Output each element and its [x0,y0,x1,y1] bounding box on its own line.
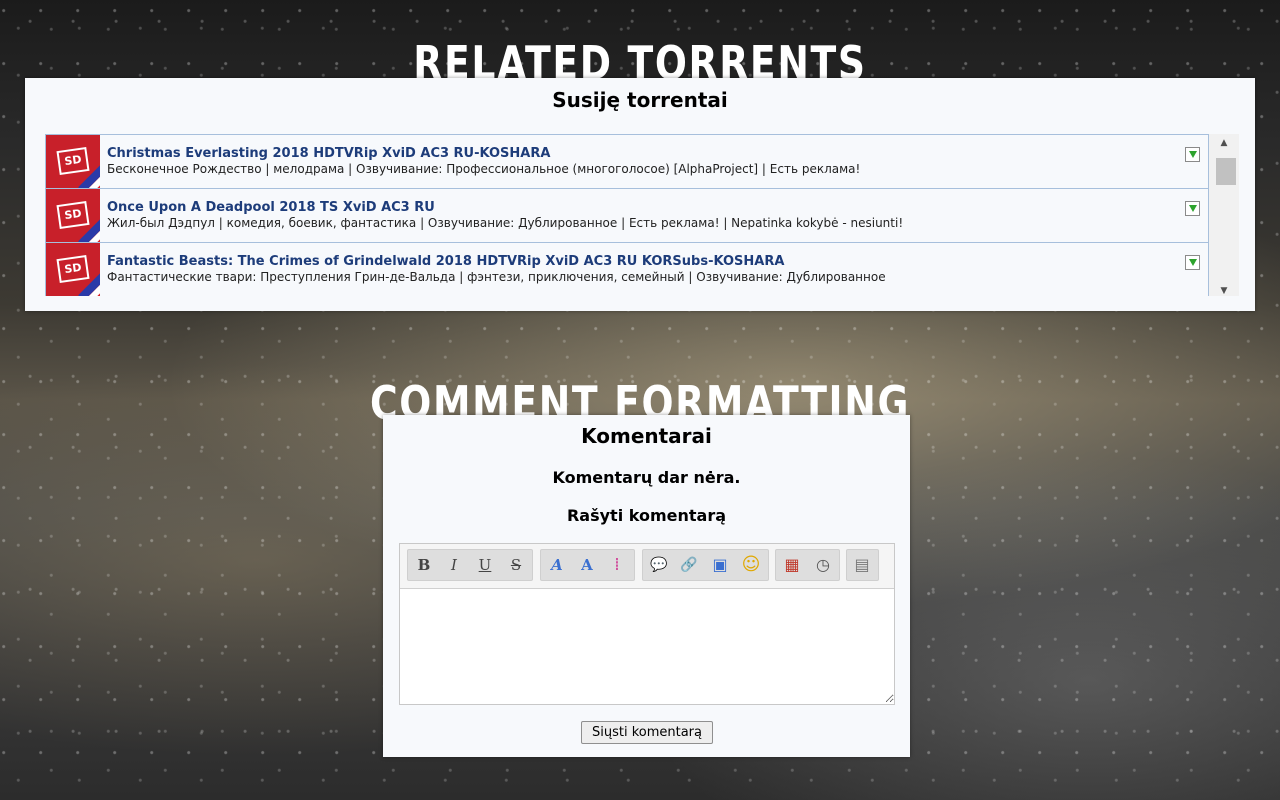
torrent-thumbnail[interactable]: SD [46,135,100,188]
comment-editor: B I U S A A ⁞ 💬 🔗 ▣ ☺ ▦ ◷ ▤ [399,543,895,705]
toolbar-group-source: ▤ [846,549,879,581]
color-palette-icon[interactable]: ⁞ [604,553,630,577]
underline-button[interactable]: U [472,553,498,577]
toolbar-group-font: A A ⁞ [540,549,635,581]
related-torrents-panel: Susiję torrentai SD Christmas Everlastin… [25,78,1255,311]
link-icon[interactable]: 🔗 [676,553,702,577]
related-torrents-list: SD Christmas Everlasting 2018 HDTVRip Xv… [45,134,1209,296]
comment-textarea[interactable] [400,589,894,703]
strikethrough-button[interactable]: S [503,553,529,577]
font-size-button[interactable]: A [574,553,600,577]
related-torrents-title: Susiję torrentai [552,88,728,112]
torrent-title-link[interactable]: Once Upon A Deadpool 2018 TS XviD AC3 RU [107,200,435,215]
torrent-title-link[interactable]: Fantastic Beasts: The Crimes of Grindelw… [107,254,784,269]
no-comments-text: Komentarų dar nėra. [552,468,741,487]
scroll-up-arrow-icon[interactable]: ▲ [1209,134,1239,152]
scroll-down-arrow-icon[interactable]: ▼ [1209,282,1239,296]
write-comment-label: Rašyti komentarą [566,506,727,525]
smiley-icon[interactable]: ☺ [738,553,764,577]
toolbar-group-datetime: ▦ ◷ [775,549,840,581]
submit-comment-button[interactable]: Siųsti komentarą [581,721,713,744]
toolbar-group-text-style: B I U S [407,549,533,581]
font-family-button[interactable]: A [544,553,570,577]
torrent-row[interactable]: SD Christmas Everlasting 2018 HDTVRip Xv… [45,134,1209,188]
download-icon[interactable] [1185,147,1200,162]
clock-icon[interactable]: ◷ [810,553,836,577]
comments-title: Komentarai [581,424,712,448]
scrollbar-thumb[interactable] [1216,158,1236,185]
toolbar-group-insert: 💬 🔗 ▣ ☺ [642,549,769,581]
editor-toolbar: B I U S A A ⁞ 💬 🔗 ▣ ☺ ▦ ◷ ▤ [400,544,894,589]
source-document-icon[interactable]: ▤ [849,553,875,577]
download-icon[interactable] [1185,255,1200,270]
list-scrollbar[interactable]: ▲ ▼ [1209,134,1239,296]
related-torrents-list-viewport[interactable]: SD Christmas Everlasting 2018 HDTVRip Xv… [45,134,1239,296]
torrent-row[interactable]: SD Once Upon A Deadpool 2018 TS XviD AC3… [45,188,1209,242]
bold-button[interactable]: B [411,553,437,577]
quote-icon[interactable]: 💬 [646,553,672,577]
torrent-title-link[interactable]: Christmas Everlasting 2018 HDTVRip XviD … [107,146,550,161]
download-icon[interactable] [1185,201,1200,216]
calendar-icon[interactable]: ▦ [779,553,805,577]
comments-panel: Komentarai Komentarų dar nėra. Rašyti ko… [383,415,910,757]
sd-quality-badge: SD [56,201,90,229]
torrent-row[interactable]: SD Fantastic Beasts: The Crimes of Grind… [45,242,1209,296]
torrent-thumbnail[interactable]: SD [46,189,100,242]
torrent-description: Бесконечное Рождество | мелодрама | Озву… [107,162,861,176]
torrent-description: Жил-был Дэдпул | комедия, боевик, фантас… [107,216,904,230]
torrent-thumbnail[interactable]: SD [46,243,100,296]
sd-quality-badge: SD [56,147,90,175]
torrent-description: Фантастические твари: Преступления Грин-… [107,270,886,284]
italic-button[interactable]: I [441,553,467,577]
image-icon[interactable]: ▣ [707,553,733,577]
sd-quality-badge: SD [56,255,90,283]
